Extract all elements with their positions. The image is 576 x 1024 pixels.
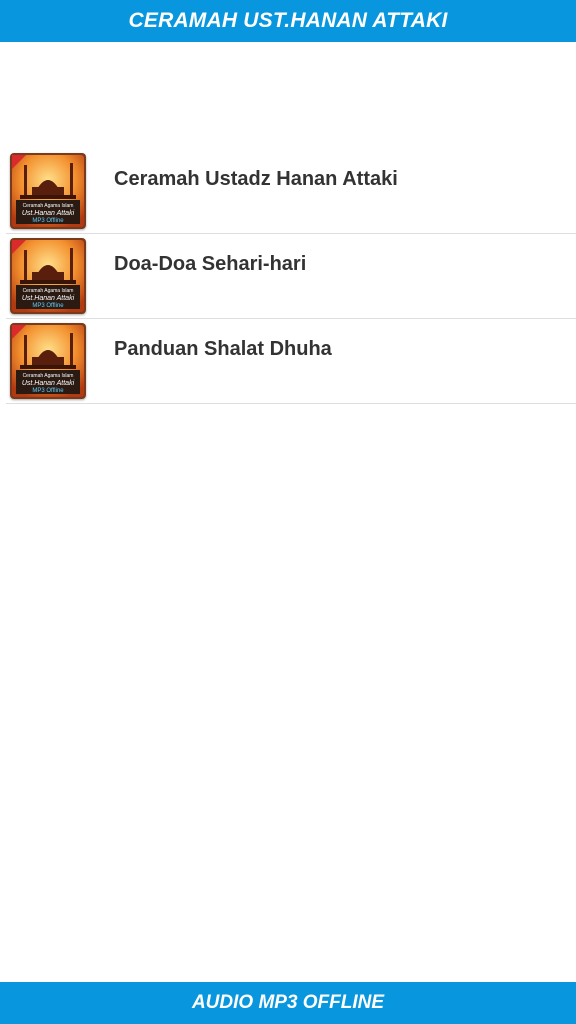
app-header: CERAMAH UST.HANAN ATTAKI — [0, 0, 576, 42]
thumbnail-line1: Ceramah Agama Islam — [23, 288, 74, 294]
list-item[interactable]: Ceramah Agama Islam Ust.Hanan Attaki MP3… — [6, 234, 576, 319]
mosque-app-thumbnail-icon: Ceramah Agama Islam Ust.Hanan Attaki MP3… — [10, 153, 86, 229]
list-item-label: Doa-Doa Sehari-hari — [114, 253, 307, 275]
thumbnail-line3: MP3 Offline — [32, 303, 64, 309]
thumbnail-line2: Ust.Hanan Attaki — [22, 295, 75, 302]
list-item-label: Panduan Shalat Dhuha — [114, 338, 332, 360]
list-item-label: Ceramah Ustadz Hanan Attaki — [114, 168, 398, 190]
mosque-app-thumbnail-icon: Ceramah Agama Islam Ust.Hanan Attaki MP3… — [10, 238, 86, 314]
page-title: CERAMAH UST.HANAN ATTAKI — [128, 9, 448, 32]
list-item[interactable]: Ceramah Agama Islam Ust.Hanan Attaki MP3… — [6, 319, 576, 404]
thumbnail-line1: Ceramah Agama Islam — [23, 373, 74, 379]
thumbnail-line2: Ust.Hanan Attaki — [22, 380, 75, 387]
footer-text: AUDIO MP3 OFFLINE — [191, 992, 385, 1013]
list-item[interactable]: Ceramah Agama Islam Ust.Hanan Attaki MP3… — [6, 149, 576, 234]
thumbnail-line2: Ust.Hanan Attaki — [22, 210, 75, 217]
mosque-app-thumbnail-icon: Ceramah Agama Islam Ust.Hanan Attaki MP3… — [10, 323, 86, 399]
thumbnail-line3: MP3 Offline — [32, 218, 64, 224]
thumbnail-line1: Ceramah Agama Islam — [23, 203, 74, 209]
thumbnail-line3: MP3 Offline — [32, 388, 64, 394]
menu-list: Ceramah Agama Islam Ust.Hanan Attaki MP3… — [6, 149, 576, 404]
footer-bar: AUDIO MP3 OFFLINE — [0, 982, 576, 1024]
app-screen: CERAMAH UST.HANAN ATTAKI Ceramah Agama I… — [0, 0, 576, 1024]
